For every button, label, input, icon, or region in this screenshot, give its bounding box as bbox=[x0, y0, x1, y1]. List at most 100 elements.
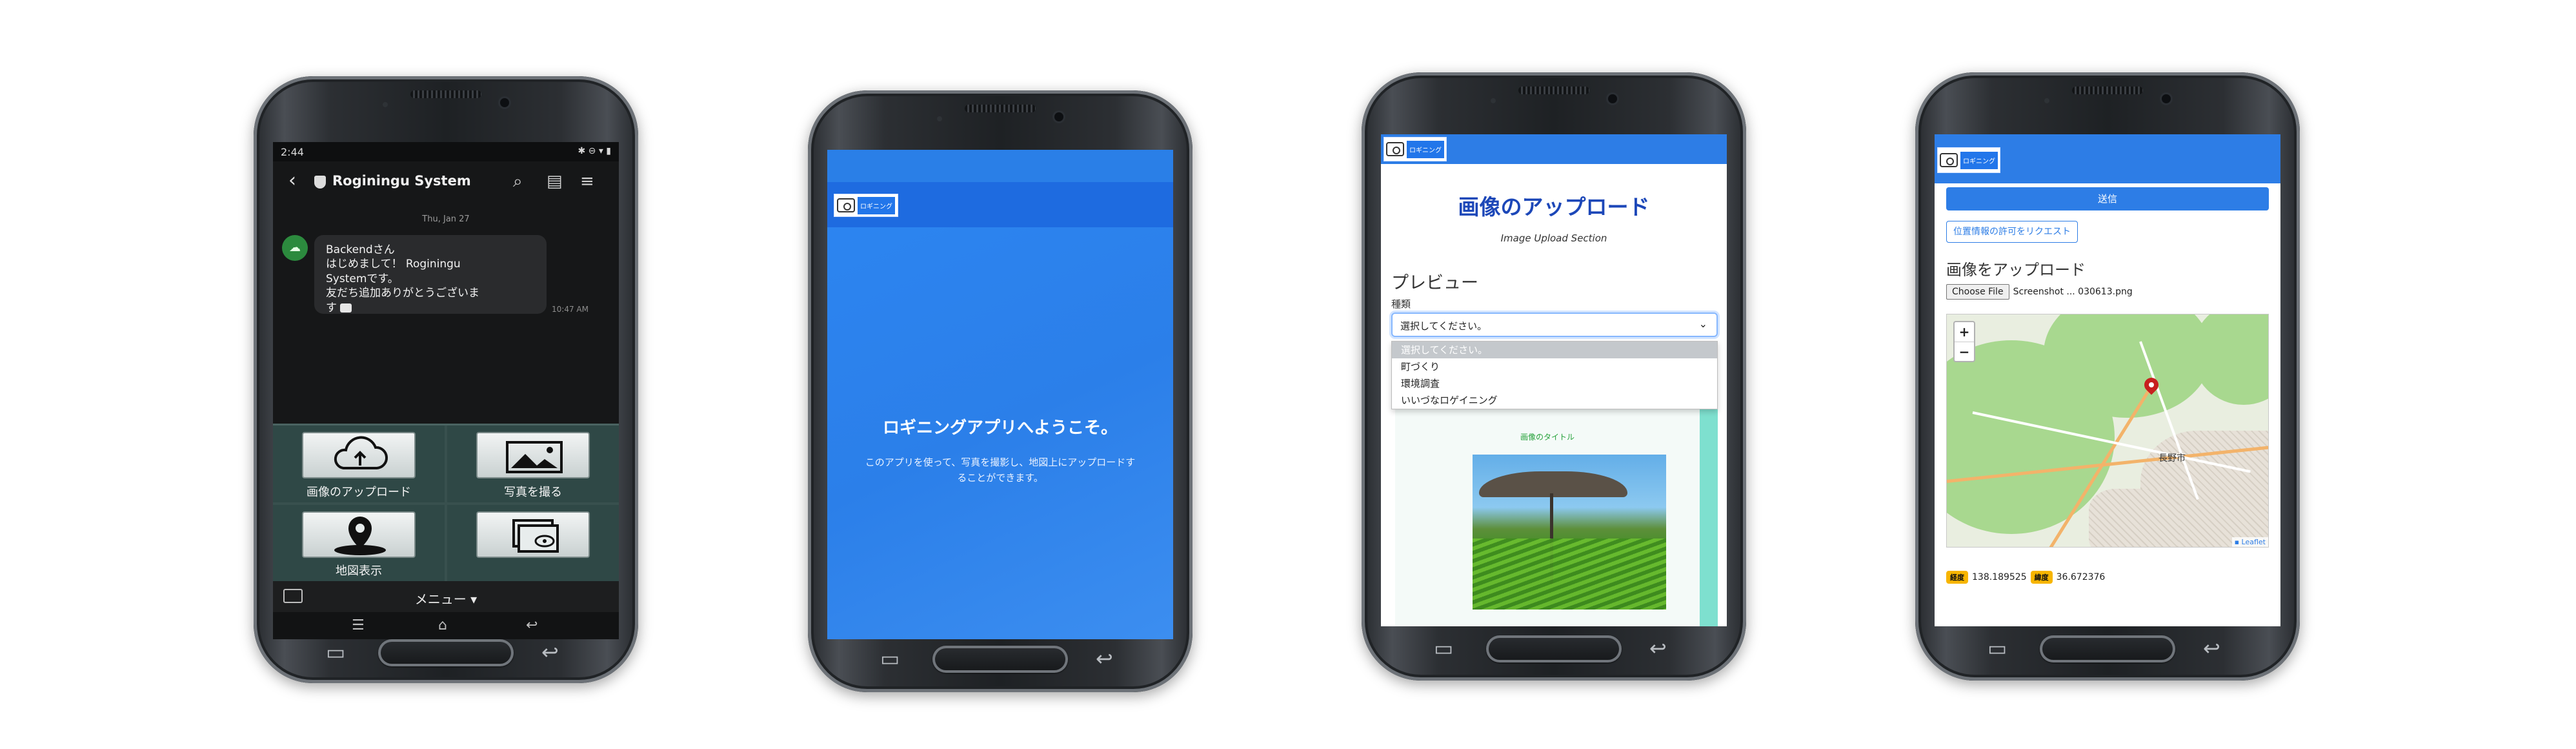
image-upload-screen: ロギニング 画像のアップロード Image Upload Section プレビ… bbox=[1381, 134, 1727, 626]
date-label: Thu, Jan 27 bbox=[422, 214, 470, 224]
app-logo[interactable]: ロギニング bbox=[1384, 137, 1447, 161]
coordinates-row: 経度 138.189525 緯度 36.672376 bbox=[1946, 571, 2105, 584]
proximity-sensor bbox=[937, 116, 942, 121]
parasol-shape bbox=[1479, 471, 1627, 497]
recent-apps-key-icon[interactable]: ▭ bbox=[1434, 638, 1453, 659]
message-line: Backendさん bbox=[326, 243, 395, 256]
request-location-button[interactable]: 位置情報の許可をリクエスト bbox=[1946, 221, 2078, 243]
line-chat-screen: 2:44 ✱ ⊖ ▾ ▮ ‹ Roginingu System ⌕ ▤ ≡ Th… bbox=[273, 142, 619, 639]
zoom-in-button[interactable]: + bbox=[1955, 322, 1974, 342]
forest-area bbox=[2192, 314, 2268, 405]
back-key-icon[interactable]: ↩ bbox=[2203, 638, 2220, 659]
back-arrow-icon[interactable]: ‹ bbox=[288, 169, 296, 192]
rich-menu-label: 写真を撮る bbox=[504, 485, 562, 499]
phone-frame-4: ロギニング 送信 位置情報の許可をリクエスト 画像をアップロード Choose … bbox=[1915, 72, 2300, 681]
rich-menu-map[interactable]: 地図表示 bbox=[273, 504, 445, 581]
type-select[interactable]: 選択してください。 ⌄ bbox=[1391, 313, 1718, 337]
bot-avatar[interactable]: ☁ bbox=[282, 235, 308, 261]
menu-toggle-bar[interactable]: メニュー ▾ bbox=[273, 581, 619, 612]
rich-menu-label: 地図表示 bbox=[336, 564, 382, 578]
phone-frame-3: ロギニング 画像のアップロード Image Upload Section プレビ… bbox=[1362, 72, 1746, 681]
select-option[interactable]: 町づくり bbox=[1392, 358, 1717, 375]
longitude-badge: 経度 bbox=[1946, 571, 1968, 584]
front-camera bbox=[1054, 112, 1063, 121]
hardware-home-button[interactable] bbox=[932, 646, 1068, 673]
map-upload-screen: ロギニング 送信 位置情報の許可をリクエスト 画像をアップロード Choose … bbox=[1935, 134, 2280, 626]
rich-menu-upload[interactable]: 画像のアップロード bbox=[273, 426, 445, 502]
back-key-icon[interactable]: ↩ bbox=[1649, 638, 1667, 659]
map-pin-icon bbox=[302, 511, 416, 558]
navbar: ロギニング bbox=[1381, 134, 1727, 164]
urban-area bbox=[2089, 489, 2179, 547]
search-icon[interactable]: ⌕ bbox=[513, 172, 523, 192]
recent-apps-key-icon[interactable]: ▭ bbox=[1987, 638, 2007, 659]
message-bubble: Backendさん はじめまして！ Roginingu Systemです。 友だ… bbox=[314, 235, 547, 314]
chat-header: ‹ Roginingu System ⌕ ▤ ≡ bbox=[273, 161, 619, 201]
zoom-out-button[interactable]: − bbox=[1955, 342, 1974, 361]
leaflet-map[interactable]: + − 長野市 ▪ Leaflet bbox=[1946, 314, 2269, 548]
front-camera bbox=[1608, 94, 1617, 103]
front-camera bbox=[500, 98, 509, 107]
type-options-dropdown: 選択してください。 町づくり 環境調査 いいづなロゲイニング bbox=[1391, 341, 1718, 409]
select-value: 選択してください。 bbox=[1400, 320, 1487, 332]
image-search-icon bbox=[476, 511, 590, 558]
recent-apps-key-icon[interactable]: ▭ bbox=[880, 648, 900, 669]
hardware-home-button[interactable] bbox=[2040, 635, 2175, 662]
welcome-title: ロギニングアプリへようこそ。 bbox=[882, 418, 1118, 438]
image-title: 画像のタイトル bbox=[1520, 433, 1575, 442]
status-icons: ✱ ⊖ ▾ ▮ bbox=[578, 146, 611, 156]
proximity-sensor bbox=[383, 102, 388, 107]
camera-icon bbox=[837, 198, 855, 212]
recent-apps-key-icon[interactable]: ▭ bbox=[326, 642, 345, 662]
app-logo[interactable]: ロギニング bbox=[1937, 147, 2000, 173]
shield-badge-icon bbox=[314, 176, 326, 189]
rich-menu-take-photo[interactable]: 写真を撮る bbox=[447, 426, 619, 502]
select-option[interactable]: いいづなロゲイニング bbox=[1392, 392, 1717, 409]
status-time: 2:44 bbox=[281, 146, 304, 158]
nav-back-icon[interactable]: ↩ bbox=[526, 617, 538, 633]
select-option[interactable]: 選択してください。 bbox=[1392, 342, 1717, 358]
notes-icon[interactable]: ▤ bbox=[547, 172, 563, 191]
chat-title: Roginingu System bbox=[332, 173, 471, 189]
city-label: 長野市 bbox=[2158, 453, 2186, 464]
welcome-screen: ロギニング ロギニングアプリへようこそ。 このアプリを使って、写真を撮影し、地図… bbox=[827, 150, 1173, 639]
choose-file-button[interactable]: Choose File bbox=[1946, 284, 2009, 300]
rich-menu-gallery[interactable] bbox=[447, 504, 619, 581]
status-bar: 2:44 ✱ ⊖ ▾ ▮ bbox=[273, 142, 619, 161]
message-line: Systemです。 bbox=[326, 272, 399, 285]
hardware-home-button[interactable] bbox=[1486, 635, 1622, 662]
page-title: 画像のアップロード bbox=[1458, 194, 1650, 220]
phone-frame-1: 2:44 ✱ ⊖ ▾ ▮ ‹ Roginingu System ⌕ ▤ ≡ Th… bbox=[254, 76, 638, 683]
message-line: はじめまして！ Roginingu bbox=[326, 258, 461, 271]
back-key-icon[interactable]: ↩ bbox=[1096, 648, 1113, 669]
logo-text: ロギニング bbox=[1407, 140, 1444, 158]
select-option[interactable]: 環境調査 bbox=[1392, 375, 1717, 392]
hamburger-menu-icon[interactable]: ≡ bbox=[580, 172, 594, 191]
type-label: 種類 bbox=[1391, 298, 1411, 310]
navbar: ロギニング bbox=[827, 182, 1173, 227]
zoom-control: + − bbox=[1953, 321, 1975, 362]
latitude-badge: 緯度 bbox=[2030, 571, 2053, 584]
hardware-home-button[interactable] bbox=[378, 639, 514, 666]
chevron-down-icon: ⌄ bbox=[1698, 318, 1707, 330]
file-input[interactable]: Choose File Screenshot ... 030613.png bbox=[1946, 284, 2133, 300]
nav-home-icon[interactable]: ⌂ bbox=[438, 617, 447, 633]
nav-menu-icon[interactable]: ☰ bbox=[352, 617, 365, 633]
message-time: 10:47 AM bbox=[552, 305, 589, 314]
proximity-sensor bbox=[2044, 98, 2049, 103]
leaflet-attribution[interactable]: ▪ Leaflet bbox=[2231, 537, 2268, 547]
back-key-icon[interactable]: ↩ bbox=[541, 642, 559, 662]
android-nav-bar: ☰ ⌂ ↩ bbox=[273, 612, 619, 639]
app-logo[interactable]: ロギニング bbox=[834, 194, 898, 217]
send-button[interactable]: 送信 bbox=[1946, 187, 2269, 210]
vineyard-rows bbox=[1473, 539, 1666, 610]
camera-icon bbox=[1386, 142, 1404, 156]
preview-heading: プレビュー bbox=[1391, 273, 1478, 293]
earpiece-speaker bbox=[410, 90, 481, 98]
preview-photo bbox=[1473, 455, 1666, 610]
logo-text: ロギニング bbox=[1960, 151, 1998, 169]
proximity-sensor bbox=[1491, 98, 1496, 103]
longitude-value: 138.189525 bbox=[1972, 572, 2027, 582]
rich-menu: 画像のアップロード 写真を撮る 地図表示 bbox=[273, 424, 619, 581]
file-name: Screenshot ... 030613.png bbox=[2013, 287, 2133, 297]
